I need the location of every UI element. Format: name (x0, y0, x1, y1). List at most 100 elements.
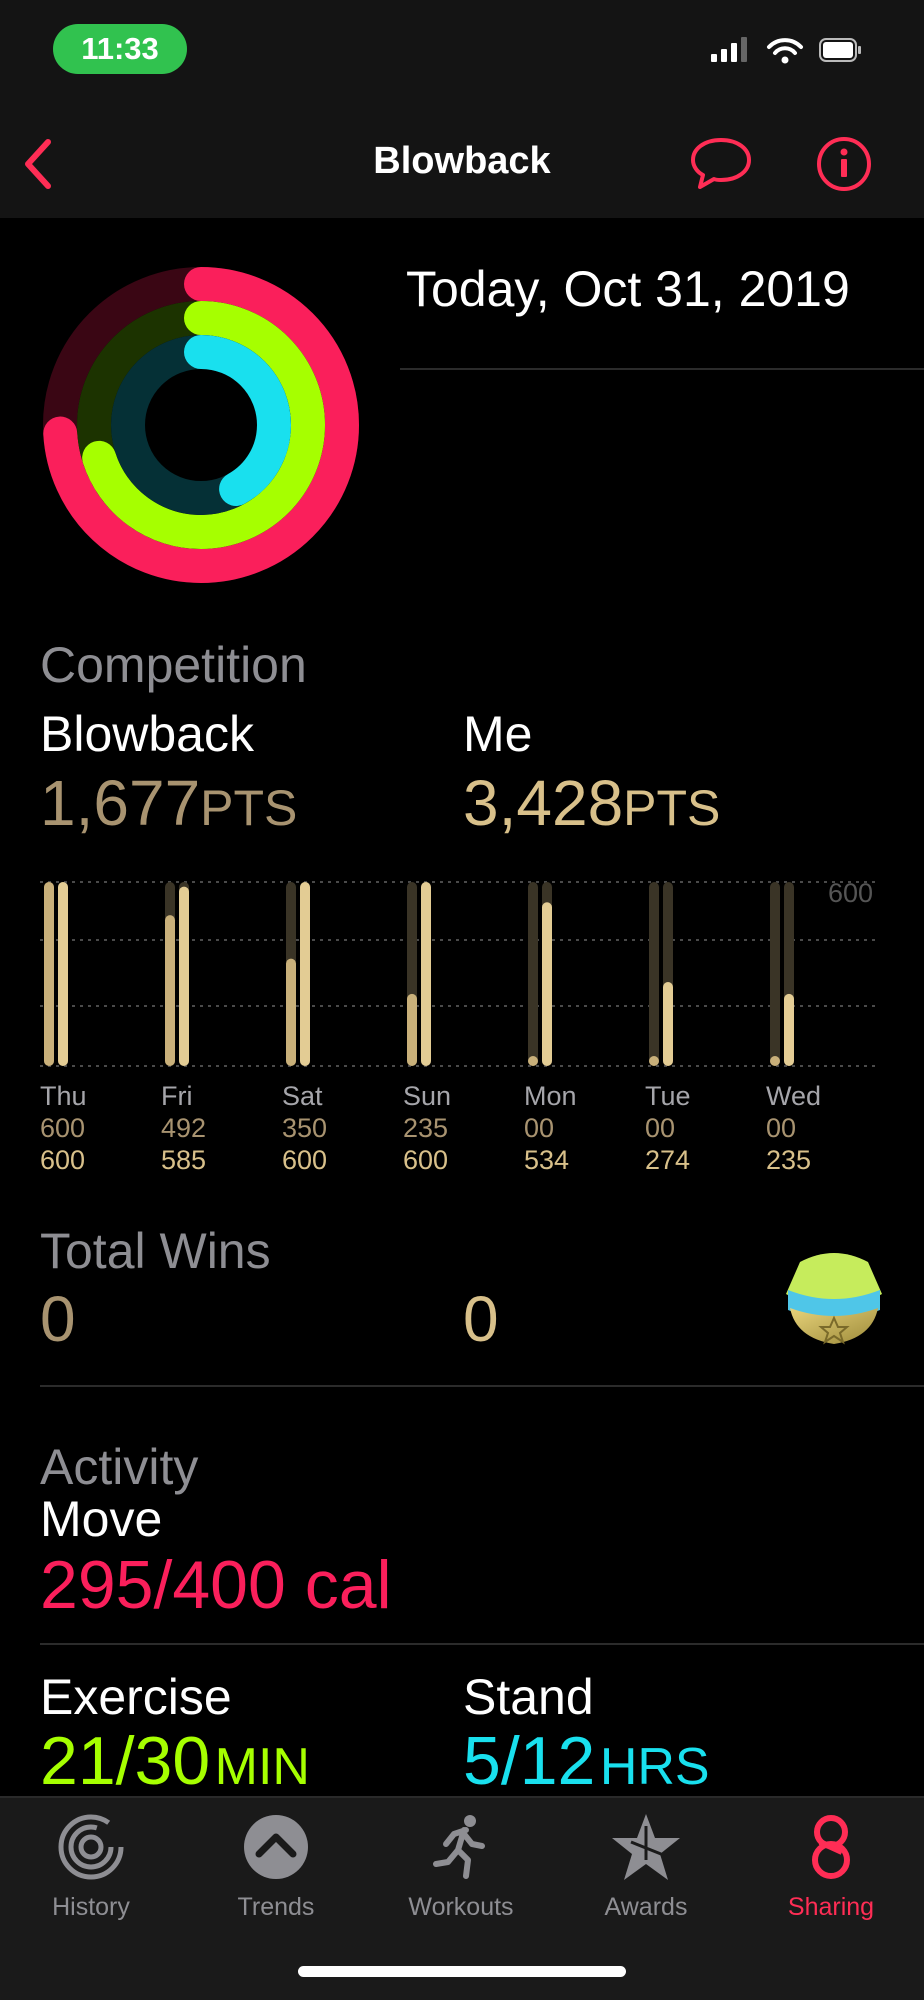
date-heading: Today, Oct 31, 2019 (406, 261, 850, 317)
opponent-day-points: 600 (40, 1113, 86, 1143)
day-label: Tue (645, 1081, 691, 1111)
day-column: Wed 00 235 (766, 1080, 876, 1176)
tab-sharing-label: Sharing (787, 1893, 875, 1921)
cellular-signal-icon (711, 37, 747, 62)
home-indicator (298, 1966, 626, 1977)
stand-value-group: 5/12 HRS (463, 1722, 710, 1800)
my-day-points: 600 (282, 1145, 328, 1175)
opponent-day-points: 235 (403, 1113, 449, 1143)
opponent-day-points: 492 (161, 1113, 207, 1143)
tab-sharing[interactable]: Sharing (756, 1812, 906, 1922)
my-day-points: 600 (40, 1145, 86, 1175)
day-label: Sun (403, 1081, 452, 1111)
my-bar (784, 993, 794, 1066)
opponent-day-points: 00 (645, 1113, 676, 1143)
star-award-icon (612, 1814, 680, 1880)
opponent-bar (649, 1056, 659, 1066)
stand-unit: HRS (599, 1738, 710, 1796)
my-points-unit: PTS (623, 780, 721, 836)
trends-chevron-icon (244, 1815, 308, 1879)
total-wins-heading: Total Wins (40, 1223, 271, 1279)
page-title: Blowback (373, 140, 551, 182)
activity-heading: Activity (40, 1439, 199, 1495)
exercise-value-group: 21/30 MIN (40, 1722, 310, 1800)
day-label: Thu (40, 1081, 87, 1111)
my-day-points: 274 (645, 1145, 691, 1175)
history-rings-icon (58, 1814, 124, 1880)
runner-icon (433, 1815, 485, 1879)
status-icons (711, 37, 861, 64)
opponent-bar (528, 1056, 538, 1066)
opponent-day-points: 350 (282, 1113, 328, 1143)
exercise-unit: MIN (214, 1738, 310, 1796)
my-bar (421, 882, 431, 1066)
opponent-bar-track (528, 882, 538, 1066)
my-bar (179, 886, 189, 1066)
tab-trends-label: Trends (237, 1893, 315, 1921)
message-button[interactable] (688, 134, 754, 194)
competition-badge-icon[interactable] (782, 1244, 886, 1348)
opponent-wins: 0 (40, 1283, 76, 1355)
my-wins: 0 (463, 1283, 499, 1355)
my-day-points: 534 (524, 1145, 570, 1175)
tab-workouts[interactable]: Workouts (386, 1812, 536, 1922)
opponent-bar (770, 1056, 780, 1066)
competition-chart (40, 881, 880, 1067)
stand-value: 5/12 (463, 1723, 596, 1799)
day-column: Thu 600 600 (40, 1080, 150, 1176)
opponent-bar (44, 882, 54, 1066)
my-bar (542, 902, 552, 1066)
move-value: 295/400 cal (40, 1547, 392, 1623)
wifi-icon (767, 38, 803, 64)
my-bar (663, 981, 673, 1066)
opponent-bar (407, 993, 417, 1066)
status-time: 11:33 (53, 24, 187, 74)
my-day-points: 585 (161, 1145, 207, 1175)
tab-awards-label: Awards (604, 1893, 688, 1921)
sharing-icon (812, 1815, 850, 1879)
activity-rings (43, 267, 359, 583)
tab-trends[interactable]: Trends (201, 1812, 351, 1922)
tab-awards[interactable]: Awards (571, 1812, 721, 1922)
opponent-points-unit: PTS (200, 780, 298, 836)
day-label: Wed (766, 1081, 822, 1111)
day-label: Sat (282, 1081, 323, 1111)
day-label: Mon (524, 1081, 577, 1111)
exercise-label: Exercise (40, 1669, 232, 1725)
opponent-name: Blowback (40, 706, 254, 762)
my-day-points: 235 (766, 1145, 812, 1175)
tab-workouts-label: Workouts (408, 1893, 514, 1921)
day-label: Fri (161, 1081, 193, 1111)
opponent-bar-track (770, 882, 780, 1066)
my-name: Me (463, 706, 533, 762)
divider (40, 1385, 924, 1387)
opponent-day-points: 00 (524, 1113, 555, 1143)
opponent-bar (165, 915, 175, 1066)
tab-history[interactable]: History (16, 1812, 166, 1922)
my-points: 3,428 (463, 767, 624, 839)
my-score: 3,428PTS (463, 766, 720, 840)
day-column: Mon 00 534 (524, 1080, 634, 1176)
opponent-score: 1,677PTS (40, 766, 297, 840)
my-bar (300, 882, 310, 1066)
info-button[interactable] (814, 134, 874, 194)
opponent-bar-track (649, 882, 659, 1066)
my-day-points: 600 (403, 1145, 449, 1175)
divider (40, 1643, 924, 1645)
day-column: Tue 00 274 (645, 1080, 755, 1176)
opponent-points: 1,677 (40, 767, 201, 839)
move-label: Move (40, 1491, 163, 1547)
my-bar (58, 882, 68, 1066)
info-icon (817, 137, 871, 191)
opponent-bar (286, 958, 296, 1066)
divider (400, 368, 924, 370)
day-column: Sat 350 600 (282, 1080, 392, 1176)
exercise-value: 21/30 (40, 1723, 211, 1799)
stand-label: Stand (463, 1669, 594, 1725)
speech-bubble-icon (691, 138, 751, 189)
day-column: Sun 235 600 (403, 1080, 513, 1176)
day-column: Fri 492 585 (161, 1080, 271, 1176)
tab-history-label: History (52, 1893, 130, 1921)
chart-max-label: 600 (828, 878, 874, 908)
opponent-day-points: 00 (766, 1113, 797, 1143)
